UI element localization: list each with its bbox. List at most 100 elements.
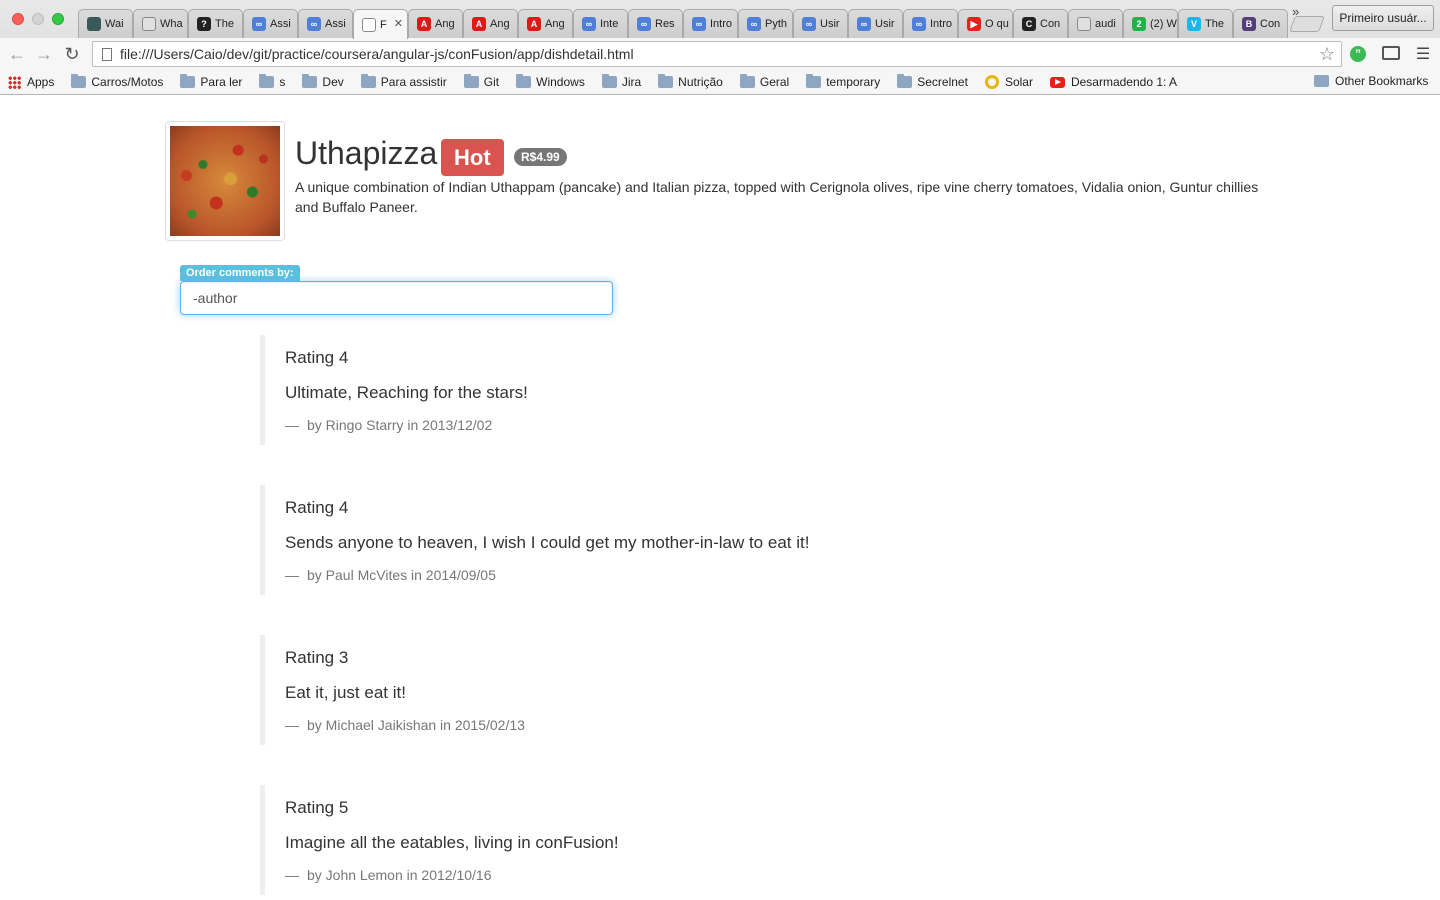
tab-title: audi bbox=[1095, 18, 1116, 30]
zoom-window-button[interactable] bbox=[52, 13, 64, 25]
tab-favicon-icon: C bbox=[1022, 17, 1036, 31]
bookmark-label: temporary bbox=[826, 75, 881, 89]
browser-tab[interactable]: V The bbox=[1178, 9, 1233, 38]
browser-tab[interactable]: audi bbox=[1068, 9, 1123, 38]
bookmark-item[interactable]: Windows bbox=[516, 74, 585, 89]
tab-favicon-icon: ∞ bbox=[802, 17, 816, 31]
tab-favicon-icon bbox=[362, 17, 376, 32]
tab-title: Inte bbox=[600, 18, 619, 30]
tab-title: Ang bbox=[435, 18, 455, 30]
bookmark-label: Nutrição bbox=[678, 75, 723, 89]
browser-tab[interactable]: 2 (2) W bbox=[1123, 9, 1178, 38]
browser-tab[interactable]: ∞ Intro bbox=[903, 9, 958, 38]
minimize-window-button[interactable] bbox=[32, 13, 44, 25]
comment-text: Sends anyone to heaven, I wish I could g… bbox=[285, 533, 810, 552]
tab-favicon-icon: B bbox=[1242, 17, 1256, 31]
bookmark-item[interactable]: Solar bbox=[984, 75, 1033, 89]
browser-tab[interactable]: ? The bbox=[188, 9, 243, 38]
tab-favicon-icon: ∞ bbox=[637, 17, 651, 31]
other-bookmarks-label: Other Bookmarks bbox=[1335, 74, 1429, 88]
reload-icon[interactable]: ↻ bbox=[62, 44, 82, 64]
bookmark-star-icon[interactable]: ☆ bbox=[1319, 44, 1335, 65]
more-bookmarks-button[interactable]: » bbox=[1292, 4, 1299, 19]
browser-tab[interactable]: ∞ Res bbox=[628, 9, 683, 38]
folder-icon bbox=[360, 74, 376, 88]
close-window-button[interactable] bbox=[12, 13, 24, 25]
bookmark-label: Desarmadendo 1: A bbox=[1070, 75, 1178, 89]
folder-icon bbox=[302, 74, 318, 88]
bookmark-item[interactable]: Para ler bbox=[180, 74, 242, 89]
browser-tab[interactable]: ▶ O qu bbox=[958, 9, 1013, 38]
browser-tab[interactable]: ∞ Assi bbox=[298, 9, 353, 38]
browser-tab[interactable]: ∞ Inte bbox=[573, 9, 628, 38]
comment-text: Eat it, just eat it! bbox=[285, 683, 406, 702]
tab-favicon-icon: ? bbox=[197, 17, 211, 31]
bookmark-item[interactable]: Desarmadendo 1: A bbox=[1049, 75, 1178, 89]
folder-icon bbox=[516, 74, 532, 88]
bookmark-label: Jira bbox=[621, 75, 642, 89]
back-arrow-icon[interactable]: ← bbox=[7, 44, 27, 64]
other-bookmarks[interactable]: Other Bookmarks bbox=[1314, 74, 1428, 88]
tab-title: F bbox=[380, 18, 387, 31]
bookmark-item[interactable]: Geral bbox=[739, 74, 790, 89]
folder-icon bbox=[601, 74, 617, 88]
youtube-icon bbox=[1049, 76, 1065, 88]
browser-toolbar: ← → ↻ file:///Users/Caio/dev/git/practic… bbox=[0, 38, 1440, 70]
browser-tab[interactable]: A Ang bbox=[463, 9, 518, 38]
cast-icon[interactable] bbox=[1382, 46, 1400, 60]
tab-title: Pyth bbox=[765, 18, 788, 30]
bookmark-item[interactable]: s bbox=[259, 74, 286, 89]
bookmark-label: Git bbox=[483, 75, 500, 89]
comment-footer: — by Paul McVites in 2014/09/05 bbox=[285, 567, 496, 583]
folder-icon bbox=[180, 74, 196, 88]
tab-close-icon[interactable]: ✕ bbox=[394, 17, 403, 30]
comment-rating: Rating 4 bbox=[285, 498, 349, 517]
browser-tab[interactable]: ∞ Usir bbox=[793, 9, 848, 38]
comment-footer: — by John Lemon in 2012/10/16 bbox=[285, 867, 491, 883]
browser-tab[interactable]: A Ang bbox=[408, 9, 463, 38]
tab-favicon-icon: ∞ bbox=[857, 17, 871, 31]
browser-tab[interactable]: Wai bbox=[78, 9, 133, 38]
comment-dash: — bbox=[285, 567, 299, 583]
browser-tab[interactable]: ∞ Usir bbox=[848, 9, 903, 38]
browser-tab[interactable]: F ✕ bbox=[353, 9, 408, 39]
browser-tab[interactable]: B Con bbox=[1233, 9, 1288, 38]
tab-title: Wha bbox=[160, 18, 183, 30]
browser-tab[interactable]: ∞ Assi bbox=[243, 9, 298, 38]
quote-extension-icon[interactable]: ” bbox=[1350, 46, 1366, 62]
browser-tab[interactable]: Wha bbox=[133, 9, 188, 38]
order-comments-input[interactable] bbox=[180, 281, 613, 315]
bookmark-item[interactable]: temporary bbox=[806, 74, 881, 89]
browser-tab[interactable]: ∞ Intro bbox=[683, 9, 738, 38]
comment-text: Ultimate, Reaching for the stars! bbox=[285, 383, 528, 402]
folder-icon bbox=[806, 74, 822, 88]
url-text[interactable]: file:///Users/Caio/dev/git/practice/cour… bbox=[120, 46, 634, 62]
bookmark-item[interactable]: Dev bbox=[302, 74, 344, 89]
bookmark-item[interactable]: Nutrição bbox=[658, 74, 723, 89]
browser-tab[interactable]: A Ang bbox=[518, 9, 573, 38]
browser-tab[interactable]: C Con bbox=[1013, 9, 1068, 38]
comment-dash: — bbox=[285, 717, 299, 733]
folder-icon bbox=[897, 74, 913, 88]
bookmark-label: Geral bbox=[759, 75, 790, 89]
comment-rating: Rating 3 bbox=[285, 648, 349, 667]
tab-title: Intro bbox=[710, 18, 733, 30]
bookmark-item[interactable]: Apps bbox=[8, 75, 54, 89]
menu-icon[interactable]: ☰ bbox=[1414, 46, 1432, 63]
bookmark-item[interactable]: Carros/Motos bbox=[71, 74, 164, 89]
profile-button[interactable]: Primeiro usuár... bbox=[1332, 5, 1434, 31]
bookmark-label: Carros/Motos bbox=[91, 75, 164, 89]
bookmark-label: s bbox=[279, 75, 286, 89]
tab-title: The bbox=[1205, 18, 1224, 30]
forward-arrow-icon[interactable]: → bbox=[34, 44, 54, 64]
comment-footer: — by Ringo Starry in 2013/12/02 bbox=[285, 417, 492, 433]
bookmark-item[interactable]: Git bbox=[463, 74, 500, 89]
bookmark-item[interactable]: Para assistir bbox=[360, 74, 447, 89]
tab-title: Ang bbox=[490, 18, 510, 30]
browser-tab[interactable]: ∞ Pyth bbox=[738, 9, 793, 38]
bookmark-item[interactable]: Secrelnet bbox=[897, 74, 968, 89]
price-badge: R$4.99 bbox=[514, 148, 567, 166]
bookmark-item[interactable]: Jira bbox=[601, 74, 642, 89]
tab-favicon-icon bbox=[1077, 17, 1091, 31]
address-bar[interactable]: file:///Users/Caio/dev/git/practice/cour… bbox=[92, 41, 1342, 67]
